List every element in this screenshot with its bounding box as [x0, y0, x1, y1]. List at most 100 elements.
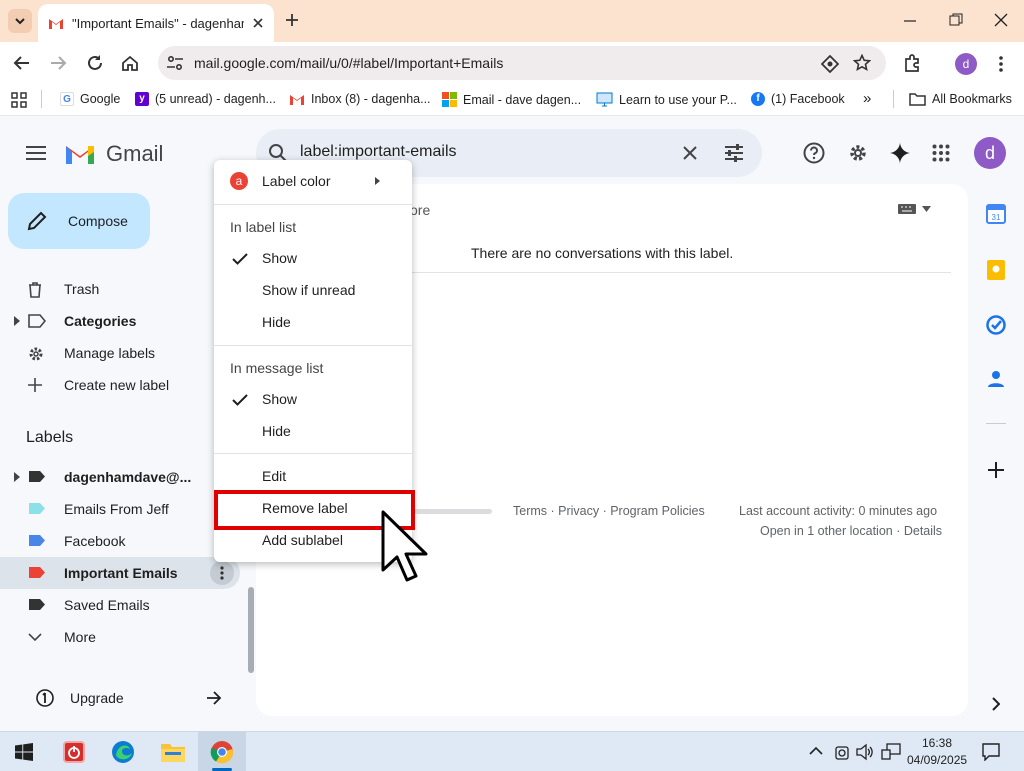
label-item-text: Saved Emails: [64, 597, 150, 613]
network-icon[interactable]: [881, 743, 901, 761]
search-input[interactable]: label:important-emails: [300, 143, 457, 161]
nav-item-trash[interactable]: Trash: [0, 273, 246, 305]
more-labels-toggle[interactable]: More: [0, 621, 246, 653]
window-close-icon[interactable]: [994, 13, 1008, 27]
nav-item-categories[interactable]: Categories: [0, 305, 246, 337]
upgrade-item[interactable]: Upgrade: [0, 683, 246, 715]
volume-icon[interactable]: [856, 743, 874, 761]
monitor-icon: [596, 92, 613, 107]
edit-label-item[interactable]: Edit: [214, 461, 412, 493]
nav-item-manage-labels[interactable]: Manage labels: [0, 337, 246, 369]
tab-strip: "Important Emails" - dagenham: [0, 0, 1024, 42]
toolbar-more-text[interactable]: ore: [410, 202, 430, 218]
all-bookmarks[interactable]: All Bookmarks: [909, 92, 1012, 106]
main-menu-icon[interactable]: [26, 146, 46, 160]
windows-start-icon[interactable]: [15, 743, 33, 761]
label-item-text: Facebook: [64, 533, 126, 549]
arrow-right-icon[interactable]: [206, 691, 222, 705]
bookmark-star-icon[interactable]: [853, 54, 871, 72]
bookmarks-overflow[interactable]: »: [863, 90, 871, 107]
bookmark-inbox[interactable]: Inbox (8) - dagenha...: [289, 92, 431, 106]
label-list-show-if-unread[interactable]: Show if unread: [214, 275, 412, 307]
more-vert-icon: [220, 566, 224, 580]
chevron-up-icon[interactable]: [809, 746, 823, 756]
upgrade-badge-icon: [36, 689, 54, 707]
file-explorer-icon[interactable]: [161, 742, 185, 762]
bookmark-outlook[interactable]: Email - dave dagen...: [442, 92, 581, 107]
label-icon: [29, 503, 45, 514]
tab-search-button[interactable]: [8, 9, 32, 33]
label-options-button[interactable]: [210, 561, 234, 585]
notifications-icon[interactable]: [982, 743, 1000, 761]
label-list-hide[interactable]: Hide: [214, 307, 412, 339]
nav-item-label: Categories: [64, 313, 137, 329]
gmail-logo-icon: [66, 146, 94, 164]
bookmark-label: Email - dave dagen...: [463, 92, 582, 107]
chevron-down-icon: [15, 18, 25, 25]
upgrade-label: Upgrade: [70, 690, 124, 706]
address-bar[interactable]: mail.google.com/mail/u/0/#label/Importan…: [158, 46, 886, 80]
input-tools-button[interactable]: [898, 204, 931, 214]
compose-button[interactable]: Compose: [8, 193, 150, 249]
nav-item-create-label[interactable]: Create new label: [0, 369, 246, 401]
extensions-icon[interactable]: [903, 54, 921, 72]
show-side-panel-chevron-icon[interactable]: [992, 697, 1000, 711]
browser-menu-icon[interactable]: [998, 55, 1004, 73]
active-tab[interactable]: "Important Emails" - dagenham: [38, 4, 274, 42]
keep-icon[interactable]: [987, 260, 1005, 280]
message-list-show[interactable]: Show: [214, 384, 412, 416]
bookmark-learn[interactable]: Learn to use your P...: [596, 92, 737, 107]
clear-search-icon[interactable]: [682, 145, 698, 161]
label-item-dagenhamdave[interactable]: dagenhamdave@...: [0, 461, 246, 493]
expand-arrow-icon[interactable]: [14, 472, 20, 482]
clock-time[interactable]: 16:38: [922, 736, 952, 750]
new-tab-icon[interactable]: [284, 12, 300, 28]
help-icon[interactable]: [803, 142, 825, 164]
apps-grid-icon[interactable]: [11, 92, 27, 108]
browser-profile-avatar[interactable]: d: [955, 53, 977, 75]
label-item-facebook[interactable]: Facebook: [0, 525, 246, 557]
minimize-icon[interactable]: [903, 14, 917, 28]
search-options-icon[interactable]: [724, 143, 744, 163]
edge-icon[interactable]: [111, 740, 135, 764]
expand-arrow-icon[interactable]: [14, 316, 20, 326]
label-item-emails-from-jeff[interactable]: Emails From Jeff: [0, 493, 246, 525]
home-icon[interactable]: [121, 54, 139, 72]
get-addons-plus-icon[interactable]: [988, 462, 1004, 478]
bookmark-yahoo[interactable]: y (5 unread) - dagenh...: [135, 92, 276, 106]
calendar-icon[interactable]: 31: [986, 204, 1006, 224]
restore-icon[interactable]: [949, 13, 963, 27]
site-settings-icon[interactable]: [166, 55, 184, 71]
close-icon[interactable]: [252, 17, 264, 29]
gear-icon: [29, 347, 43, 361]
tasks-icon[interactable]: [986, 315, 1006, 335]
clock-date[interactable]: 04/09/2025: [907, 753, 967, 767]
back-icon[interactable]: [13, 55, 31, 71]
menu-divider: [214, 204, 412, 205]
chrome-taskbar-button[interactable]: [198, 732, 246, 771]
label-color-item[interactable]: a Label color: [214, 166, 412, 198]
settings-gear-icon[interactable]: [847, 142, 869, 164]
label-list-show[interactable]: Show: [214, 243, 412, 275]
contacts-icon[interactable]: [988, 370, 1004, 388]
forward-icon[interactable]: [49, 55, 67, 71]
bookmark-facebook[interactable]: f (1) Facebook: [751, 92, 845, 106]
label-item-saved-emails[interactable]: Saved Emails: [0, 589, 246, 621]
google-apps-icon[interactable]: [932, 144, 950, 162]
menu-item-label: Edit: [262, 468, 287, 484]
account-avatar[interactable]: d: [974, 137, 1006, 169]
sidebar-scrollbar[interactable]: [248, 587, 254, 673]
bookmark-google[interactable]: G Google: [60, 92, 120, 106]
open-locations-details[interactable]: Open in 1 other location · Details: [760, 524, 942, 538]
onedrive-sync-icon[interactable]: [835, 743, 849, 761]
svg-text:31: 31: [992, 213, 1001, 222]
power-app-icon[interactable]: [63, 741, 85, 763]
label-item-important-emails[interactable]: Important Emails: [0, 557, 240, 589]
message-list-hide[interactable]: Hide: [214, 416, 412, 448]
google-lens-icon[interactable]: [821, 55, 839, 73]
all-bookmarks-label: All Bookmarks: [932, 92, 1012, 106]
label-color-badge: a: [230, 172, 248, 190]
gemini-icon[interactable]: [889, 142, 911, 164]
reload-icon[interactable]: [86, 54, 104, 72]
footer-links[interactable]: Terms · Privacy · Program Policies: [513, 504, 705, 518]
